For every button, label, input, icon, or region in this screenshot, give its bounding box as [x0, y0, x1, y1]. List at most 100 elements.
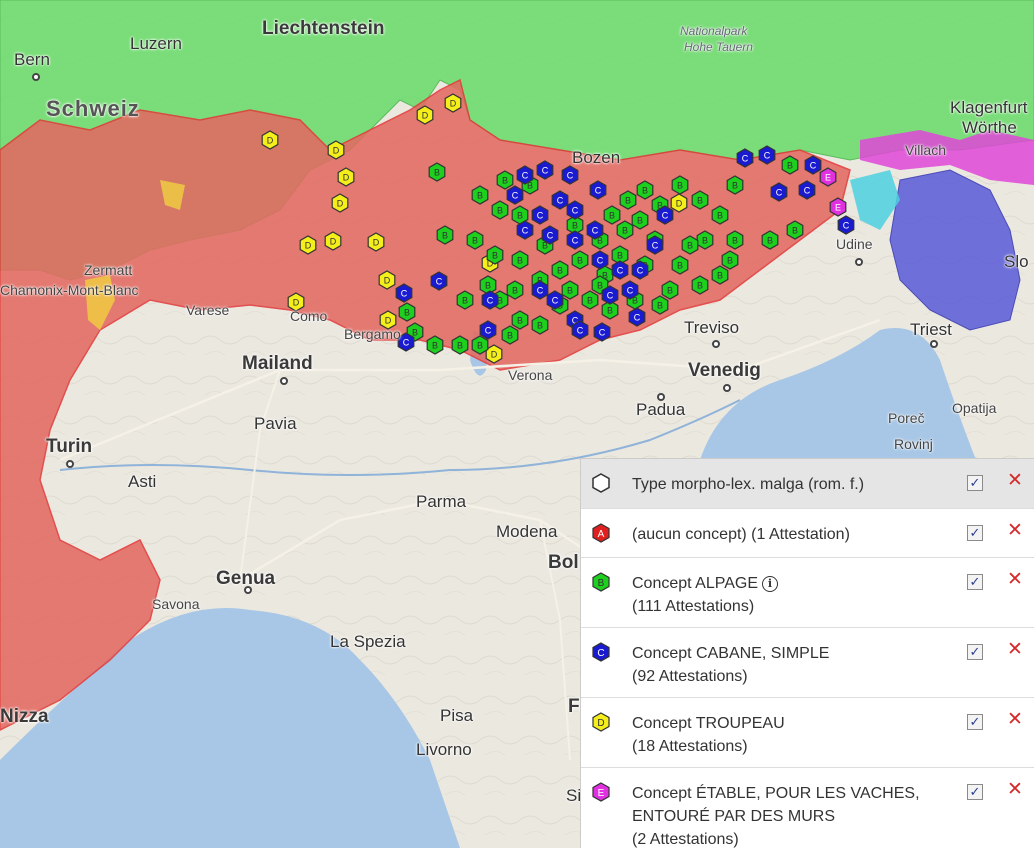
marker-c[interactable]: C [770, 182, 788, 202]
marker-b[interactable]: B [426, 335, 444, 355]
marker-b[interactable]: B [428, 162, 446, 182]
marker-d[interactable]: D [378, 270, 396, 290]
marker-b[interactable]: B [511, 310, 529, 330]
marker-b[interactable]: B [496, 170, 514, 190]
marker-b[interactable]: B [726, 175, 744, 195]
marker-c[interactable]: C [531, 280, 549, 300]
marker-c[interactable]: C [758, 145, 776, 165]
marker-b[interactable]: B [451, 335, 469, 355]
marker-b[interactable]: B [456, 290, 474, 310]
marker-b[interactable]: B [501, 325, 519, 345]
marker-c[interactable]: C [566, 230, 584, 250]
marker-b[interactable]: B [551, 260, 569, 280]
marker-b[interactable]: B [581, 290, 599, 310]
legend-item-remove-icon[interactable]: ✕ [1006, 780, 1024, 800]
marker-b[interactable]: B [696, 230, 714, 250]
marker-c[interactable]: C [646, 235, 664, 255]
marker-b[interactable]: B [726, 230, 744, 250]
legend-item-remove-icon[interactable]: ✕ [1006, 710, 1024, 730]
marker-c[interactable]: C [798, 180, 816, 200]
marker-b[interactable]: B [619, 190, 637, 210]
marker-b[interactable]: B [511, 250, 529, 270]
marker-c[interactable]: C [561, 165, 579, 185]
legend-item-remove-icon[interactable]: ✕ [1006, 640, 1024, 660]
marker-c[interactable]: C [589, 180, 607, 200]
marker-c[interactable]: C [536, 160, 554, 180]
marker-c[interactable]: C [571, 320, 589, 340]
marker-d[interactable]: D [485, 344, 503, 364]
marker-c[interactable]: C [516, 220, 534, 240]
marker-b[interactable]: B [491, 200, 509, 220]
marker-c[interactable]: C [430, 271, 448, 291]
marker-b[interactable]: B [616, 220, 634, 240]
marker-d[interactable]: D [261, 130, 279, 150]
marker-b[interactable]: B [671, 175, 689, 195]
marker-b[interactable]: B [636, 180, 654, 200]
marker-b[interactable]: B [486, 245, 504, 265]
marker-d[interactable]: D [299, 235, 317, 255]
marker-d[interactable]: D [444, 93, 462, 113]
marker-b[interactable]: B [531, 315, 549, 335]
legend-item-checkbox[interactable]: ✓ [967, 574, 983, 590]
marker-c[interactable]: C [736, 148, 754, 168]
marker-b[interactable]: B [761, 230, 779, 250]
marker-b[interactable]: B [691, 190, 709, 210]
marker-b[interactable]: B [506, 280, 524, 300]
marker-c[interactable]: C [481, 290, 499, 310]
marker-d[interactable]: D [324, 231, 342, 251]
marker-c[interactable]: C [656, 205, 674, 225]
marker-b[interactable]: B [631, 210, 649, 230]
marker-c[interactable]: C [551, 190, 569, 210]
marker-b[interactable]: B [466, 230, 484, 250]
info-icon[interactable]: i [762, 576, 778, 592]
marker-c[interactable]: C [479, 320, 497, 340]
marker-c[interactable]: C [611, 260, 629, 280]
marker-b[interactable]: B [603, 205, 621, 225]
legend-header-checkbox[interactable]: ✓ [967, 475, 983, 491]
marker-b[interactable]: B [681, 235, 699, 255]
legend-item-remove-icon[interactable]: ✕ [1006, 570, 1024, 590]
marker-e[interactable]: E [829, 197, 847, 217]
marker-b[interactable]: B [471, 185, 489, 205]
legend-item-remove-icon[interactable]: ✕ [1006, 521, 1024, 541]
marker-c[interactable]: C [804, 155, 822, 175]
marker-d[interactable]: D [337, 167, 355, 187]
marker-d[interactable]: D [670, 193, 688, 213]
legend-item-checkbox[interactable]: ✓ [967, 525, 983, 541]
marker-c[interactable]: C [628, 307, 646, 327]
legend-item-checkbox[interactable]: ✓ [967, 644, 983, 660]
marker-c[interactable]: C [631, 260, 649, 280]
marker-b[interactable]: B [671, 255, 689, 275]
marker-d[interactable]: D [327, 140, 345, 160]
marker-d[interactable]: D [331, 193, 349, 213]
marker-b[interactable]: B [398, 302, 416, 322]
marker-b[interactable]: B [436, 225, 454, 245]
marker-c[interactable]: C [593, 322, 611, 342]
marker-b[interactable]: B [471, 335, 489, 355]
marker-c[interactable]: C [586, 220, 604, 240]
marker-c[interactable]: C [531, 205, 549, 225]
marker-c[interactable]: C [591, 250, 609, 270]
legend-item-checkbox[interactable]: ✓ [967, 784, 983, 800]
marker-c[interactable]: C [601, 285, 619, 305]
marker-c[interactable]: C [621, 280, 639, 300]
marker-d[interactable]: D [416, 105, 434, 125]
marker-b[interactable]: B [781, 155, 799, 175]
marker-c[interactable]: C [506, 185, 524, 205]
legend-item-checkbox[interactable]: ✓ [967, 714, 983, 730]
marker-b[interactable]: B [721, 250, 739, 270]
marker-b[interactable]: B [651, 295, 669, 315]
marker-e[interactable]: E [819, 167, 837, 187]
marker-c[interactable]: C [516, 165, 534, 185]
marker-b[interactable]: B [479, 275, 497, 295]
marker-b[interactable]: B [711, 265, 729, 285]
marker-d[interactable]: D [367, 232, 385, 252]
marker-c[interactable]: C [566, 200, 584, 220]
marker-c[interactable]: C [546, 290, 564, 310]
marker-c[interactable]: C [395, 283, 413, 303]
marker-b[interactable]: B [786, 220, 804, 240]
marker-c[interactable]: C [541, 225, 559, 245]
marker-b[interactable]: B [571, 250, 589, 270]
legend-header-remove-icon[interactable]: ✕ [1006, 471, 1024, 491]
marker-c[interactable]: C [837, 215, 855, 235]
